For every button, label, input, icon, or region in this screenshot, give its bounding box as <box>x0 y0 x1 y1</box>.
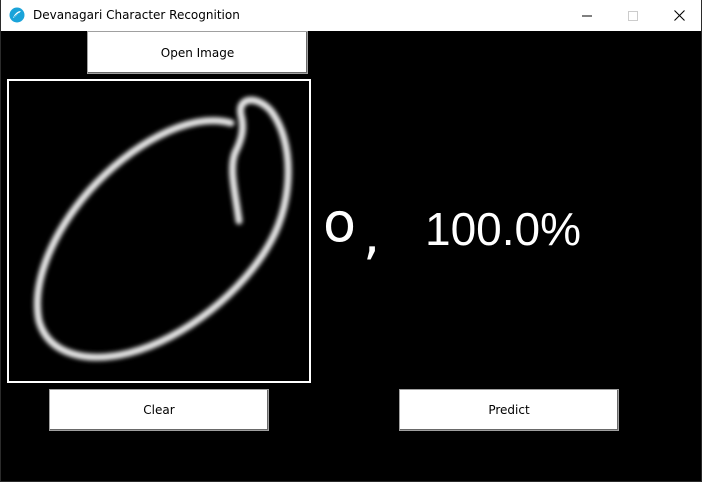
minimize-icon <box>582 15 592 16</box>
app-window: Devanagari Character Recognition Open Im… <box>0 0 702 482</box>
maximize-icon <box>628 10 638 21</box>
feather-app-icon <box>9 7 25 23</box>
window-title: Devanagari Character Recognition <box>33 8 240 22</box>
close-button[interactable] <box>656 0 702 31</box>
minimize-button[interactable] <box>564 0 610 31</box>
confidence-score: 100.0% <box>425 203 582 255</box>
prediction-separator: , <box>363 203 381 266</box>
maximize-button[interactable] <box>610 0 656 31</box>
drawing-canvas[interactable] <box>7 79 311 383</box>
clear-button[interactable]: Clear <box>49 389 269 431</box>
close-icon <box>673 10 685 21</box>
open-image-button[interactable]: Open Image <box>87 31 308 74</box>
handwritten-zero-drawing <box>33 96 292 361</box>
predicted-character: o <box>323 191 357 254</box>
predict-button[interactable]: Predict <box>399 389 619 431</box>
title-bar[interactable]: Devanagari Character Recognition <box>1 0 701 31</box>
